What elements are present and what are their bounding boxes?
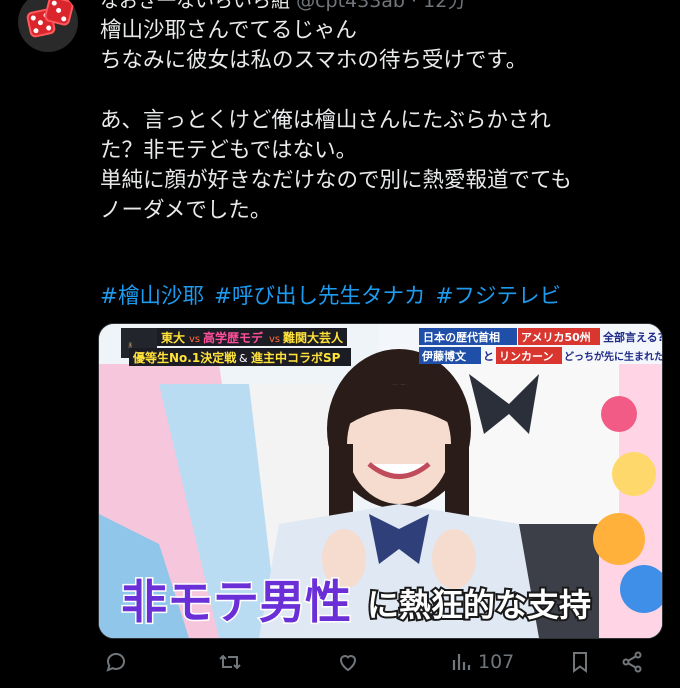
retweet-icon [219, 654, 241, 670]
share-button[interactable] [620, 650, 644, 674]
hashtag-list: #檜山沙耶 #呼び出し先生タナカ #フジテレビ [100, 282, 571, 312]
media-title-text: 全部言える? [602, 330, 662, 344]
tweet-text: 檜山沙耶さんでてるじゃん ちなみに彼女は私のスマホの待ち受けです。 あ、言っとく… [100, 18, 572, 223]
media-title-text: 優等生No.1決定戦 [132, 350, 237, 365]
retweet-button[interactable] [218, 650, 242, 674]
hashtag-link[interactable]: #檜山沙耶 [100, 284, 204, 309]
separator: · [411, 0, 418, 12]
media-title-text: 進主中コラボSP [251, 350, 341, 365]
media-title-text: 高学歴モデ [203, 330, 264, 345]
media-caption: に熱狂的な支持 [367, 586, 591, 624]
views-button[interactable]: 107 [450, 650, 514, 674]
hashtag-link[interactable]: #呼び出し先生タナカ [214, 284, 426, 309]
views-count: 107 [478, 651, 515, 673]
like-button[interactable] [336, 650, 360, 674]
media-title-text: 東大 [161, 330, 185, 345]
media-caption: 非モテ男性 [121, 575, 351, 629]
media-title-text: と [483, 350, 494, 363]
media-title-text: リンカーン [499, 350, 553, 363]
avatar[interactable] [18, 0, 78, 52]
tweet-header: なおき一ないらいら組 @cpt433ab · 12分 [100, 0, 680, 12]
reply-button[interactable] [104, 650, 128, 674]
media-title-text: vs [269, 334, 280, 345]
timestamp[interactable]: 12分 [423, 0, 466, 12]
user-handle[interactable]: @cpt433ab [296, 0, 405, 12]
views-icon [452, 654, 471, 670]
hashtag-link[interactable]: #フジテレビ [436, 284, 562, 309]
bookmark-icon [573, 652, 587, 673]
heart-icon [339, 655, 357, 672]
media-title-text: vs [189, 334, 200, 345]
tv-screenshot: 🕴 東大 vs 高学歴モデ vs 難関大芸人 優等生No.1決定戦 & 進主中コ… [99, 324, 662, 638]
media-title-text: 難関大芸人 [283, 330, 344, 345]
media-title-text: 日本の歴代首相 [423, 330, 500, 344]
media-title-text: アメリカ50州 [521, 331, 591, 344]
media-title-text: 伊藤博文 [421, 349, 467, 363]
reply-icon [106, 653, 125, 672]
share-icon [622, 651, 642, 673]
media-title-text: & [239, 352, 248, 365]
tweet-media-image[interactable]: 🕴 東大 vs 高学歴モデ vs 難関大芸人 優等生No.1決定戦 & 進主中コ… [98, 323, 663, 639]
display-name[interactable]: なおき一ないらいら組 [100, 0, 290, 12]
bookmark-button[interactable] [568, 650, 592, 674]
media-title-text: どっちが先に生まれた? [564, 350, 662, 363]
tweet-action-bar: 107 [98, 650, 658, 686]
